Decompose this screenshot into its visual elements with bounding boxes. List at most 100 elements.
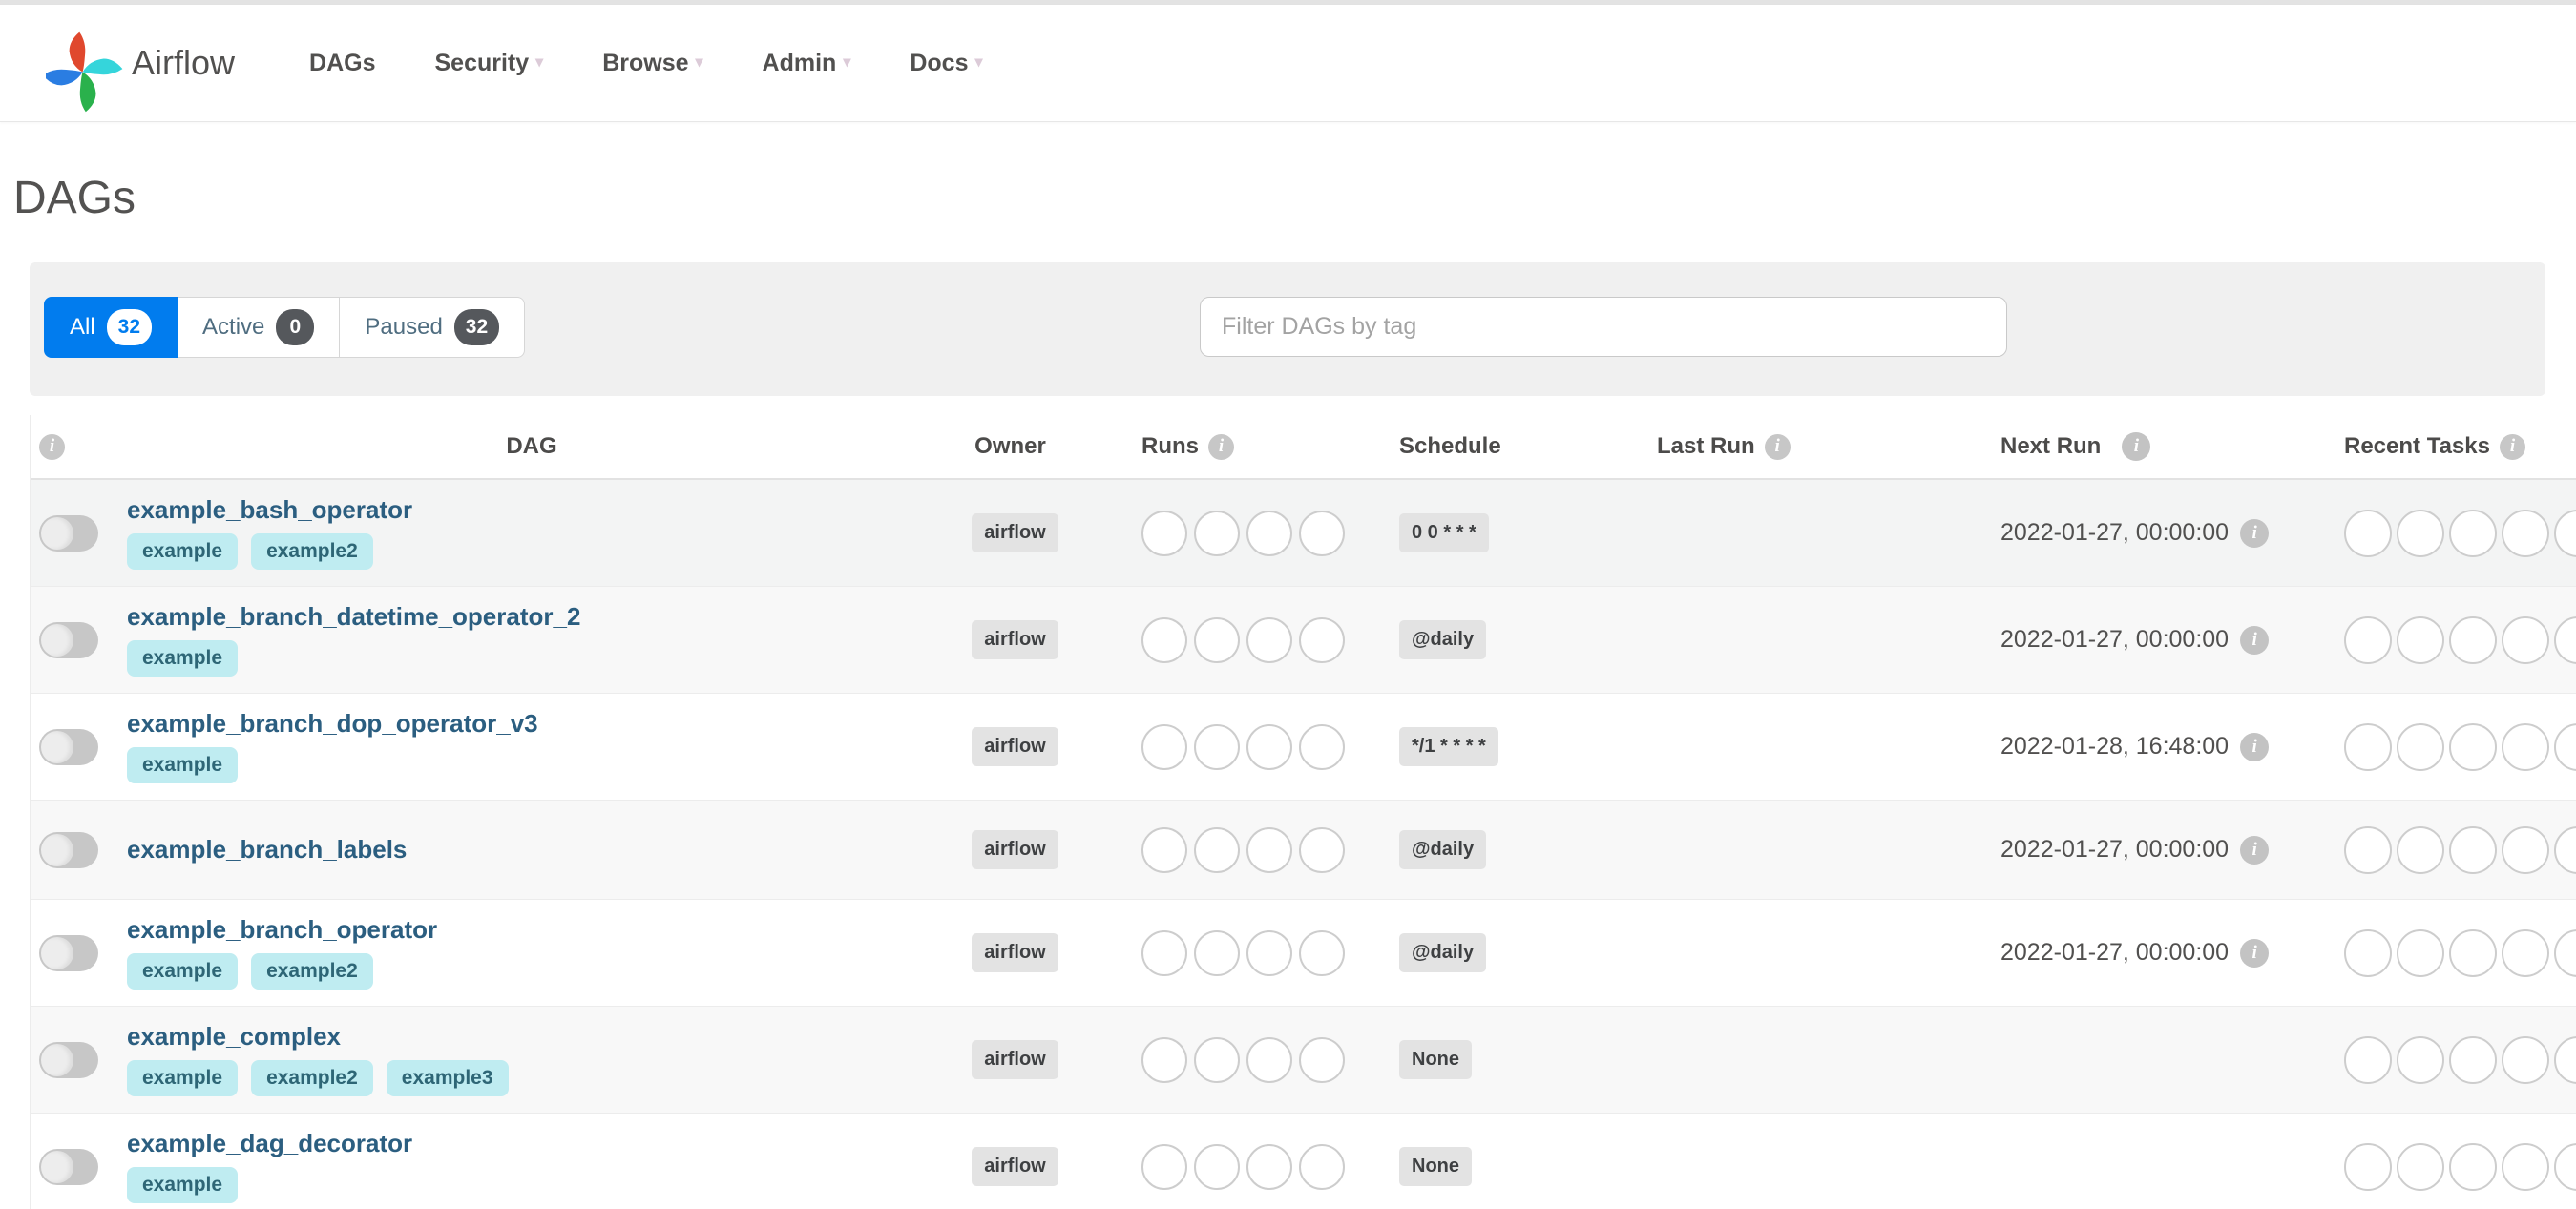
next-run-info-icon[interactable]: i	[2240, 518, 2270, 548]
run-status-circle[interactable]	[1194, 1143, 1240, 1190]
airflow-brand[interactable]: Airflow	[46, 9, 235, 117]
tab-active[interactable]: Active 0	[178, 297, 341, 358]
task-status-circle[interactable]	[2502, 825, 2549, 874]
last-run-info-icon[interactable]: i	[1764, 433, 1791, 460]
run-status-circle[interactable]	[1141, 1143, 1187, 1190]
run-status-circle[interactable]	[1299, 1143, 1345, 1190]
run-status-circle[interactable]	[1141, 1036, 1187, 1083]
next-run-info-icon[interactable]: i	[2240, 835, 2270, 865]
nav-item-browse[interactable]: Browse ▾	[602, 50, 702, 77]
task-status-circle[interactable]	[2502, 509, 2549, 557]
tag-pill[interactable]: example	[127, 1060, 239, 1097]
run-status-circle[interactable]	[1194, 929, 1240, 976]
run-status-circle[interactable]	[1194, 826, 1240, 873]
task-status-circle[interactable]	[2344, 722, 2392, 771]
task-status-circle[interactable]	[2502, 722, 2549, 771]
run-status-circle[interactable]	[1299, 1036, 1345, 1083]
run-status-circle[interactable]	[1141, 929, 1187, 976]
task-status-circle[interactable]	[2554, 1035, 2576, 1084]
runs-info-icon[interactable]: i	[1208, 433, 1234, 460]
pause-toggle[interactable]	[39, 831, 98, 868]
tag-pill[interactable]: example	[127, 953, 239, 990]
task-status-circle[interactable]	[2502, 615, 2549, 664]
run-status-circle[interactable]	[1299, 510, 1345, 556]
next-run-info-icon[interactable]: i	[2240, 625, 2270, 655]
header-runs[interactable]: Runs	[1141, 433, 1199, 460]
tab-paused[interactable]: Paused 32	[340, 297, 526, 358]
task-status-circle[interactable]	[2397, 928, 2444, 977]
schedule-badge[interactable]: @daily	[1399, 933, 1487, 972]
header-schedule[interactable]: Schedule	[1399, 433, 1501, 460]
task-status-circle[interactable]	[2554, 615, 2576, 664]
tag-pill[interactable]: example2	[251, 1060, 373, 1097]
run-status-circle[interactable]	[1194, 510, 1240, 556]
run-status-circle[interactable]	[1246, 1143, 1292, 1190]
tag-filter-input[interactable]	[1200, 297, 2007, 357]
task-status-circle[interactable]	[2344, 1142, 2392, 1191]
task-status-circle[interactable]	[2344, 928, 2392, 977]
dag-link[interactable]: example_dag_decorator	[127, 1129, 412, 1158]
dag-link[interactable]: example_branch_dop_operator_v3	[127, 709, 538, 739]
run-status-circle[interactable]	[1246, 826, 1292, 873]
pause-toggle[interactable]	[39, 514, 98, 552]
nav-item-admin[interactable]: Admin ▾	[763, 50, 851, 77]
dag-link[interactable]: example_branch_operator	[127, 915, 437, 945]
task-status-circle[interactable]	[2397, 509, 2444, 557]
task-status-circle[interactable]	[2554, 928, 2576, 977]
dag-link[interactable]: example_branch_datetime_operator_2	[127, 602, 580, 632]
next-run-info-icon[interactable]: i	[2122, 432, 2151, 461]
nav-item-security[interactable]: Security ▾	[435, 50, 544, 77]
tag-pill[interactable]: example	[127, 747, 239, 784]
tag-pill[interactable]: example	[127, 640, 239, 677]
task-status-circle[interactable]	[2397, 825, 2444, 874]
pause-toggle[interactable]	[39, 934, 98, 971]
run-status-circle[interactable]	[1141, 510, 1187, 556]
task-status-circle[interactable]	[2502, 928, 2549, 977]
task-status-circle[interactable]	[2449, 509, 2497, 557]
run-status-circle[interactable]	[1299, 723, 1345, 770]
schedule-badge[interactable]: 0 0 * * *	[1399, 513, 1489, 552]
nav-item-dags[interactable]: DAGs	[309, 50, 375, 77]
task-status-circle[interactable]	[2397, 1035, 2444, 1084]
tag-pill[interactable]: example3	[386, 1060, 509, 1097]
task-status-circle[interactable]	[2344, 825, 2392, 874]
header-owner[interactable]: Owner	[974, 433, 1046, 460]
pause-toggle[interactable]	[39, 1148, 98, 1185]
header-recent-tasks[interactable]: Recent Tasks	[2344, 433, 2490, 460]
task-status-circle[interactable]	[2449, 722, 2497, 771]
run-status-circle[interactable]	[1194, 616, 1240, 663]
task-status-circle[interactable]	[2397, 615, 2444, 664]
run-status-circle[interactable]	[1246, 616, 1292, 663]
tag-pill[interactable]: example2	[251, 533, 373, 571]
run-status-circle[interactable]	[1299, 616, 1345, 663]
dag-link[interactable]: example_complex	[127, 1022, 341, 1052]
schedule-badge[interactable]: None	[1399, 1147, 1472, 1186]
task-status-circle[interactable]	[2449, 928, 2497, 977]
run-status-circle[interactable]	[1246, 1036, 1292, 1083]
task-status-circle[interactable]	[2449, 1035, 2497, 1084]
task-status-circle[interactable]	[2449, 825, 2497, 874]
task-status-circle[interactable]	[2344, 509, 2392, 557]
nav-item-docs[interactable]: Docs ▾	[910, 50, 982, 77]
run-status-circle[interactable]	[1141, 723, 1187, 770]
task-status-circle[interactable]	[2449, 1142, 2497, 1191]
task-status-circle[interactable]	[2397, 1142, 2444, 1191]
next-run-info-icon[interactable]: i	[2240, 732, 2270, 761]
task-status-circle[interactable]	[2344, 615, 2392, 664]
schedule-badge[interactable]: */1 * * * *	[1399, 727, 1498, 766]
schedule-badge[interactable]: @daily	[1399, 830, 1487, 869]
run-status-circle[interactable]	[1141, 826, 1187, 873]
run-status-circle[interactable]	[1299, 826, 1345, 873]
run-status-circle[interactable]	[1141, 616, 1187, 663]
dag-link[interactable]: example_branch_labels	[127, 835, 407, 865]
tag-pill[interactable]: example	[127, 533, 239, 571]
task-status-circle[interactable]	[2344, 1035, 2392, 1084]
schedule-badge[interactable]: None	[1399, 1040, 1472, 1079]
pause-toggle[interactable]	[39, 621, 98, 658]
run-status-circle[interactable]	[1194, 1036, 1240, 1083]
header-dag[interactable]: DAG	[506, 433, 556, 460]
task-status-circle[interactable]	[2449, 615, 2497, 664]
task-status-circle[interactable]	[2554, 825, 2576, 874]
header-last-run[interactable]: Last Run	[1657, 433, 1755, 460]
header-next-run[interactable]: Next Run	[2000, 433, 2101, 460]
